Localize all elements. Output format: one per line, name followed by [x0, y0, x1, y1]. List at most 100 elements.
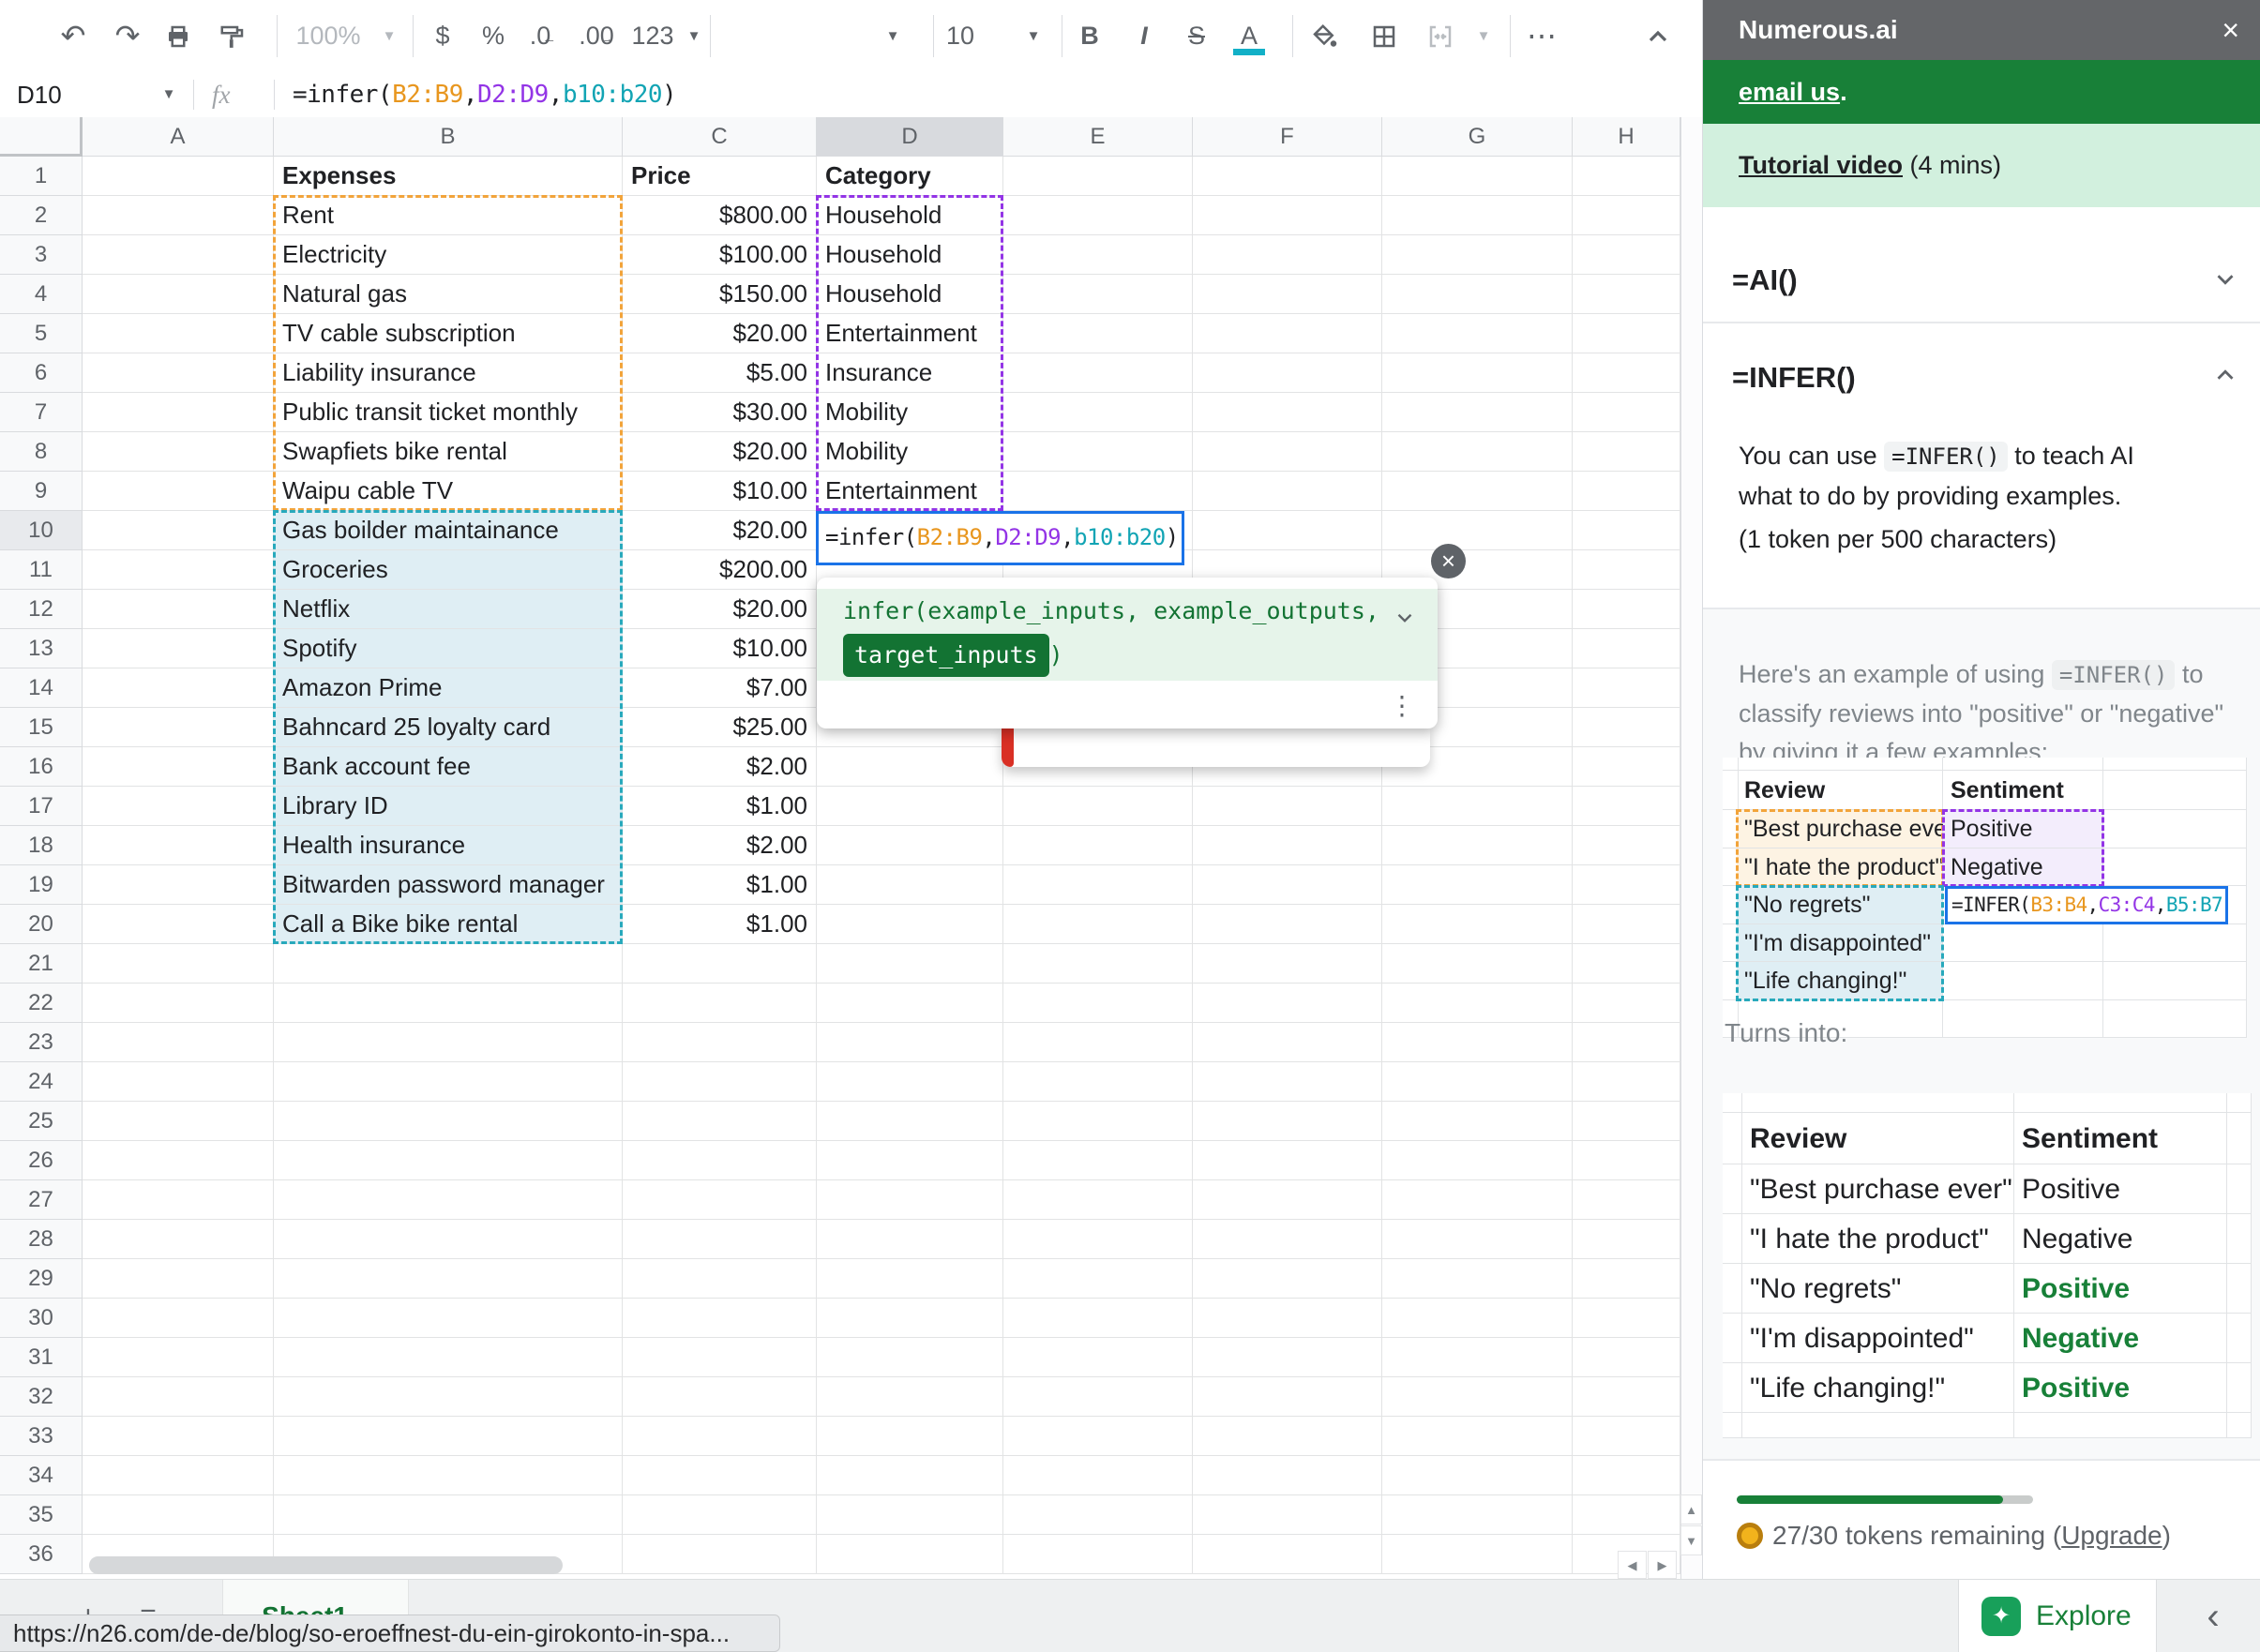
cell-H32[interactable] — [1573, 1377, 1680, 1417]
cell-A30[interactable] — [83, 1299, 274, 1338]
zoom-dropdown-icon[interactable]: ▼ — [383, 0, 397, 72]
cell-B2[interactable]: Rent — [274, 196, 623, 235]
row-header-10[interactable]: 10 — [0, 511, 83, 550]
cell-G9[interactable] — [1382, 472, 1573, 511]
name-box[interactable]: D10 — [17, 72, 62, 117]
row-header-13[interactable]: 13 — [0, 629, 83, 668]
cell-C35[interactable] — [623, 1495, 817, 1535]
cell-E22[interactable] — [1003, 984, 1193, 1023]
cell-G26[interactable] — [1382, 1141, 1573, 1180]
cell-C6[interactable]: $5.00 — [623, 353, 817, 393]
cell-F9[interactable] — [1193, 472, 1382, 511]
cell-H8[interactable] — [1573, 432, 1680, 472]
explore-button[interactable]: ✦ Explore — [1958, 1580, 2157, 1652]
cell-D9[interactable]: Entertainment — [817, 472, 1003, 511]
cell-H17[interactable] — [1573, 787, 1680, 826]
row-header-1[interactable]: 1 — [0, 157, 83, 196]
cell-C36[interactable] — [623, 1535, 817, 1574]
paint-format-icon[interactable] — [218, 23, 247, 51]
cell-H13[interactable] — [1573, 629, 1680, 668]
cell-A1[interactable] — [83, 157, 274, 196]
cell-G10[interactable] — [1382, 511, 1573, 550]
cell-A6[interactable] — [83, 353, 274, 393]
cell-B6[interactable]: Liability insurance — [274, 353, 623, 393]
row-header-23[interactable]: 23 — [0, 1023, 83, 1062]
cell-B1[interactable]: Expenses — [274, 157, 623, 196]
cell-F8[interactable] — [1193, 432, 1382, 472]
cell-B33[interactable] — [274, 1417, 623, 1456]
column-header-A[interactable]: A — [83, 117, 274, 157]
bold-button[interactable]: B — [1080, 0, 1099, 72]
cell-C5[interactable]: $20.00 — [623, 314, 817, 353]
cell-D33[interactable] — [817, 1417, 1003, 1456]
cell-H2[interactable] — [1573, 196, 1680, 235]
cell-B34[interactable] — [274, 1456, 623, 1495]
cell-A35[interactable] — [83, 1495, 274, 1535]
cell-A28[interactable] — [83, 1220, 274, 1259]
cell-F23[interactable] — [1193, 1023, 1382, 1062]
column-header-B[interactable]: B — [274, 117, 623, 157]
row-header-17[interactable]: 17 — [0, 787, 83, 826]
cell-H4[interactable] — [1573, 275, 1680, 314]
row-header-12[interactable]: 12 — [0, 590, 83, 629]
cell-A25[interactable] — [83, 1102, 274, 1141]
cell-C27[interactable] — [623, 1180, 817, 1220]
cell-G22[interactable] — [1382, 984, 1573, 1023]
cell-C20[interactable]: $1.00 — [623, 905, 817, 944]
cell-H15[interactable] — [1573, 708, 1680, 747]
close-help-button[interactable]: × — [1431, 544, 1466, 578]
cell-G23[interactable] — [1382, 1023, 1573, 1062]
column-header-H[interactable]: H — [1573, 117, 1680, 157]
row-header-19[interactable]: 19 — [0, 865, 83, 905]
row-header-30[interactable]: 30 — [0, 1299, 83, 1338]
chevron-up-icon[interactable] — [2211, 361, 2239, 389]
more-formats-dropdown-icon[interactable]: ▼ — [687, 0, 701, 72]
cell-A13[interactable] — [83, 629, 274, 668]
row-header-25[interactable]: 25 — [0, 1102, 83, 1141]
row-header-27[interactable]: 27 — [0, 1180, 83, 1220]
cell-A2[interactable] — [83, 196, 274, 235]
column-header-D[interactable]: D — [817, 117, 1003, 157]
cell-G29[interactable] — [1382, 1259, 1573, 1299]
cell-C32[interactable] — [623, 1377, 817, 1417]
cell-G27[interactable] — [1382, 1180, 1573, 1220]
cell-B10[interactable]: Gas boilder maintainance — [274, 511, 623, 550]
cell-A27[interactable] — [83, 1180, 274, 1220]
cell-E9[interactable] — [1003, 472, 1193, 511]
font-dropdown-icon[interactable]: ▼ — [886, 0, 900, 72]
row-header-11[interactable]: 11 — [0, 550, 83, 590]
cell-E30[interactable] — [1003, 1299, 1193, 1338]
cell-G19[interactable] — [1382, 865, 1573, 905]
cell-C14[interactable]: $7.00 — [623, 668, 817, 708]
cell-A34[interactable] — [83, 1456, 274, 1495]
cell-E33[interactable] — [1003, 1417, 1193, 1456]
undo-button[interactable]: ↶ — [61, 0, 86, 72]
cell-A23[interactable] — [83, 1023, 274, 1062]
cell-E35[interactable] — [1003, 1495, 1193, 1535]
cell-F19[interactable] — [1193, 865, 1382, 905]
cell-H29[interactable] — [1573, 1259, 1680, 1299]
cell-A18[interactable] — [83, 826, 274, 865]
cell-E20[interactable] — [1003, 905, 1193, 944]
cell-C11[interactable]: $200.00 — [623, 550, 817, 590]
text-color-button[interactable]: A — [1241, 0, 1258, 72]
cell-D1[interactable]: Category — [817, 157, 1003, 196]
cell-H21[interactable] — [1573, 944, 1680, 984]
cell-C34[interactable] — [623, 1456, 817, 1495]
cell-C30[interactable] — [623, 1299, 817, 1338]
more-formats-button[interactable]: 123 — [631, 0, 673, 72]
cell-A22[interactable] — [83, 984, 274, 1023]
collapse-toolbar-icon[interactable] — [1643, 22, 1673, 52]
cell-B21[interactable] — [274, 944, 623, 984]
cell-B16[interactable]: Bank account fee — [274, 747, 623, 787]
cell-D26[interactable] — [817, 1141, 1003, 1180]
cell-E32[interactable] — [1003, 1377, 1193, 1417]
row-header-7[interactable]: 7 — [0, 393, 83, 432]
cell-H10[interactable] — [1573, 511, 1680, 550]
cell-E5[interactable] — [1003, 314, 1193, 353]
row-header-14[interactable]: 14 — [0, 668, 83, 708]
cell-E26[interactable] — [1003, 1141, 1193, 1180]
cell-B26[interactable] — [274, 1141, 623, 1180]
cell-H33[interactable] — [1573, 1417, 1680, 1456]
cell-B29[interactable] — [274, 1259, 623, 1299]
